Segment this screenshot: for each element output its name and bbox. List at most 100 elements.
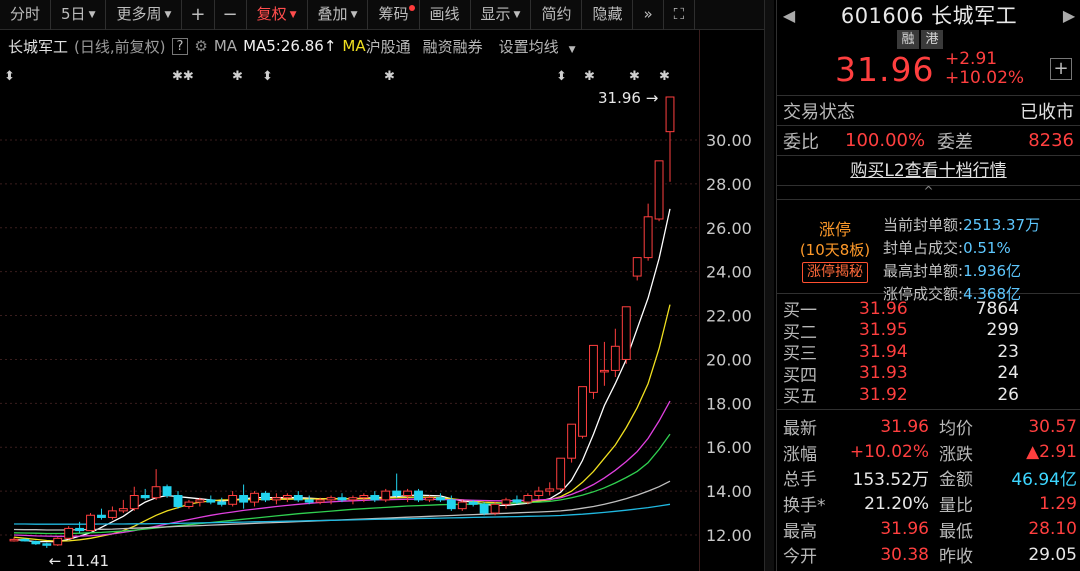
toolbar-item-3[interactable]: + [182, 0, 215, 30]
dropdown-caret-icon: ▼ [513, 10, 521, 20]
candle [118, 499, 128, 514]
y-tick-label: 12.00 [706, 526, 752, 545]
toolbar-item-9[interactable]: 显示 ▼ [471, 0, 532, 30]
toolbar-item-2[interactable]: 更多周 ▼ [106, 0, 183, 30]
order-book-row[interactable]: 买二 31.95 299 [777, 320, 1080, 343]
notification-dot [408, 5, 415, 11]
candle [589, 344, 598, 399]
candle-body [435, 497, 445, 501]
order-book: 买一 31.96 7864 买二 31.95 299 买三 31.94 23 买四 31.93 24 买… [777, 294, 1080, 410]
toolbar-item-1[interactable]: 5日 ▼ [51, 0, 107, 30]
more-icon[interactable]: » [633, 0, 664, 30]
candle-body [107, 510, 117, 518]
y-tick-label: 16.00 [706, 438, 752, 457]
candle-body [414, 490, 423, 501]
candle-body [578, 386, 587, 437]
candle-body [567, 423, 577, 459]
candle-body [140, 495, 150, 499]
candle-body [261, 492, 270, 501]
candle [228, 491, 238, 507]
order-book-row[interactable]: 买五 31.92 26 [777, 384, 1080, 408]
candle [184, 499, 194, 509]
candle [151, 469, 161, 500]
candle [282, 493, 292, 503]
collapse-chevron-icon[interactable]: ^ [777, 185, 1080, 200]
candle-body [621, 306, 631, 360]
candle-body [315, 499, 325, 503]
toolbar-item-6[interactable]: 叠加 ▼ [308, 0, 369, 30]
candle [326, 495, 336, 505]
toolbar-item-4[interactable]: − [215, 0, 247, 30]
next-stock-icon[interactable]: ▶ [1057, 6, 1080, 25]
candle-body [479, 503, 489, 514]
candle-body [97, 514, 106, 518]
candle [107, 506, 117, 520]
candle-body [468, 501, 478, 505]
trade-status-value: 已收市 [1020, 101, 1074, 123]
candle-body [282, 495, 292, 499]
limit-up-stats: 当前封单额:2513.37万 封单占成交:0.51% 最高封单额:1.936亿 涨停成… [883, 214, 1040, 306]
candle [501, 497, 511, 509]
y-tick-label: 14.00 [706, 482, 752, 501]
buy-l2-link[interactable]: 购买L2查看十档行情 [777, 156, 1080, 186]
prev-stock-icon[interactable]: ◀ [777, 6, 801, 25]
dropdown-caret-icon: ▼ [350, 10, 358, 20]
wb-label: 委比 [783, 131, 819, 153]
candle-body [599, 369, 609, 373]
candle [534, 486, 544, 500]
candle-body [250, 492, 259, 503]
candle-body [425, 497, 434, 501]
y-tick-label: 22.00 [706, 307, 752, 326]
candle-body [337, 497, 347, 501]
wc-value: 8236 [1028, 130, 1074, 151]
candle-body [239, 495, 249, 503]
info-marker-icon: ⬍ [4, 69, 15, 84]
candle [425, 495, 434, 503]
candle [392, 473, 402, 498]
info-marker-icon: ✱ [384, 69, 395, 84]
candle-body [589, 344, 598, 393]
toolbar-item-8[interactable]: 画线 [420, 0, 471, 30]
candle [206, 495, 216, 505]
low-price-label: ← 11.41 [49, 552, 109, 570]
toolbar-item-7[interactable]: 筹码 [368, 0, 420, 30]
ma-line-1 [13, 304, 671, 542]
candle [610, 328, 620, 377]
toolbar-item-10[interactable]: 简约 [531, 0, 583, 30]
candle [129, 486, 139, 511]
candle-body [556, 457, 566, 490]
toolbar-item-0[interactable]: 分时 [0, 0, 52, 30]
y-tick-label: 30.00 [706, 131, 752, 150]
toolbar-item-11[interactable]: 隐藏 [582, 0, 634, 30]
limit-up-reveal-button[interactable]: 涨停揭秘 [802, 262, 868, 283]
toolbar-item-5[interactable]: 复权 ▼ [247, 0, 308, 30]
candle-body [665, 96, 675, 133]
limit-up-stat-row: 封单占成交:0.51% [883, 239, 1011, 257]
candle [239, 484, 249, 509]
order-book-row[interactable]: 买四 31.93 24 [777, 363, 1080, 386]
info-marker-icon: ✱ [629, 69, 640, 84]
panel-scrollbar[interactable] [764, 0, 774, 571]
candle-body [118, 508, 128, 512]
candle [435, 493, 445, 503]
wb-value: 100.00% [845, 130, 926, 151]
candle-body [293, 495, 303, 501]
dropdown-caret-icon: ▼ [164, 10, 172, 20]
stat-row: 涨幅 +10.02% 涨跌 ▲2.91 [783, 442, 1077, 465]
candle [261, 491, 270, 503]
limit-up-streak: (10天8板) [799, 241, 871, 259]
candle [556, 457, 566, 492]
candlestick-chart[interactable]: 31.96 →← 11.41⬍ ✱✱ ✱ ⬍ ✱ ⬍ ✱ ✱ ✱ [0, 30, 700, 571]
candle-body [490, 503, 500, 514]
trade-status-label: 交易状态 [783, 101, 855, 123]
add-watchlist-button[interactable]: + [1050, 58, 1072, 80]
ma-line-4 [13, 480, 671, 531]
info-marker-icon: ✱ [584, 69, 595, 84]
candle [97, 508, 106, 520]
candle-body [370, 495, 380, 501]
order-book-row[interactable]: 买三 31.94 23 [777, 341, 1080, 365]
fullscreen-icon[interactable]: ⛶ [664, 0, 696, 30]
candle [414, 488, 423, 503]
candle-body [534, 490, 544, 497]
candle [403, 488, 413, 503]
